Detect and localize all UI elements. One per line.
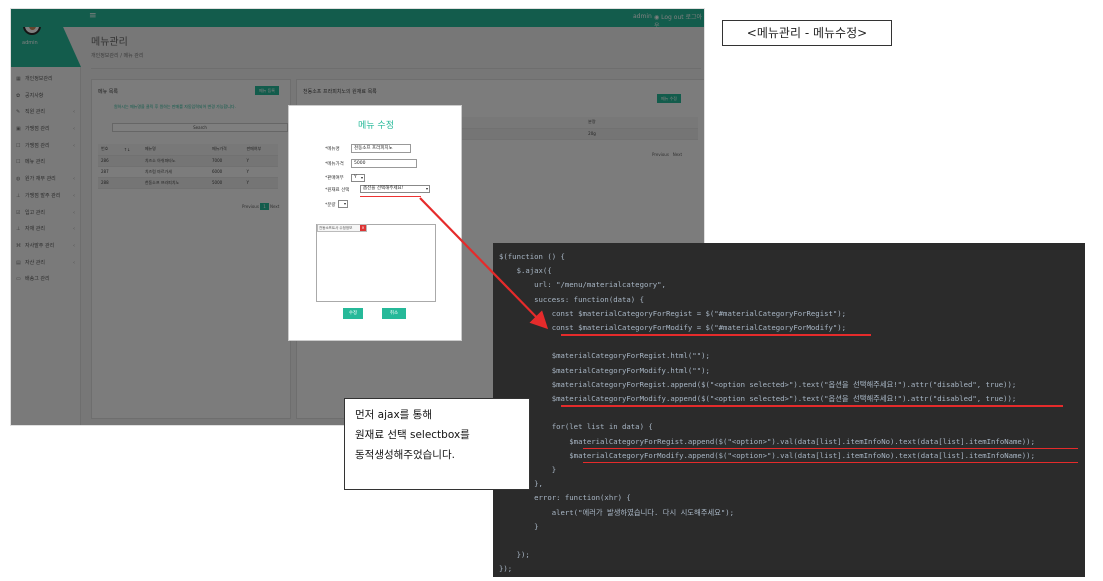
material-list-textarea[interactable] (316, 224, 436, 302)
chevron-down-icon: ▾ (425, 186, 428, 191)
highlight-underline (360, 196, 421, 197)
material-tag[interactable]: 천동소프트사 수정정보 × (317, 224, 367, 232)
material-tag-label: 천동소프트사 수정정보 (319, 226, 353, 230)
cancel-button[interactable]: 취소 (382, 308, 406, 319)
amount-row: *분량 (325, 202, 336, 208)
material-select[interactable]: 옵션을 선택해주세요! ▾ (360, 185, 430, 193)
code-panel: $(function () { $.ajax({ url: "/menu/mat… (493, 243, 1085, 577)
modify-button[interactable]: 수정 (343, 308, 363, 319)
chevron-down-icon: ▾ (360, 175, 363, 180)
highlight-underline (561, 334, 871, 336)
code-line: $materialCategoryForModify.append($("<op… (499, 394, 1017, 403)
code-line: $materialCategoryForModify.append($("<op… (499, 450, 1035, 460)
material-label: *원재료 선택 (325, 188, 350, 193)
code-line: }); (499, 550, 530, 560)
sale-status-value: Y (354, 175, 357, 180)
menu-price-row: *메뉴가격 (325, 161, 351, 167)
material-select-value: 옵션을 선택해주세요! (363, 186, 404, 191)
menu-modify-modal: 메뉴 수정 *메뉴명 천동소프 프라피치노 *메뉴가격 5000 *판매여부 Y… (288, 105, 462, 341)
code-line: const $materialCategoryForModify = $("#m… (499, 323, 847, 332)
code-line: success: function(data) { (499, 294, 644, 304)
code-line: error: function(xhr) { (499, 493, 631, 503)
modal-title: 메뉴 수정 (358, 121, 394, 131)
amount-label: *분량 (325, 203, 336, 208)
menu-price-label: *메뉴가격 (325, 162, 344, 167)
code-line: }); (499, 564, 513, 574)
menu-name-row: *메뉴명 (325, 146, 351, 152)
code-line: $materialCategoryForRegist.append($("<op… (499, 436, 1035, 446)
code-line: alert("에러가 발생하였습니다. 다시 시도해주세요"); (499, 507, 735, 517)
sale-status-label: *판매여부 (325, 176, 344, 181)
note-line: 동적생성해주었습니다. (355, 449, 455, 461)
chevron-down-icon: ▾ (343, 201, 346, 206)
note-line: 원재료 선택 selectbox를 (355, 429, 470, 441)
menu-name-label: *메뉴명 (325, 147, 340, 152)
code-line: url: "/menu/materialcategory", (499, 280, 666, 290)
code-line: $materialCategoryForModify.html(""); (499, 365, 710, 375)
amount-select[interactable]: ▾ (338, 200, 348, 208)
highlight-underline (561, 405, 1063, 407)
close-icon[interactable]: × (360, 225, 366, 231)
code-line: } (499, 521, 539, 531)
material-row: *원재료 선택 (325, 187, 359, 193)
annotation-title: <메뉴관리 - 메뉴수정> (722, 20, 892, 46)
sale-status-select[interactable]: Y ▾ (351, 174, 365, 182)
note-callout: 먼저 ajax를 통해 원재료 선택 selectbox를 동적생성해주었습니다… (344, 398, 530, 490)
highlight-underline (583, 461, 1078, 464)
menu-price-input[interactable]: 5000 (351, 159, 417, 168)
slide: admin ▦개인정보관리✿공지사항✎직원 관리‹▣가맹점 관리‹☐가맹점 관리… (0, 0, 1103, 581)
sale-status-row: *판매여부 (325, 175, 351, 181)
code-line: $materialCategoryForRegist.append($("<op… (499, 379, 1017, 389)
code-line: $materialCategoryForRegist.html(""); (499, 351, 710, 361)
code-line: $(function () { (499, 252, 565, 261)
code-line: const $materialCategoryForRegist = $("#m… (499, 308, 847, 318)
code-line: $.ajax({ (499, 266, 552, 276)
highlight-underline (583, 447, 1078, 450)
note-line: 먼저 ajax를 통해 (355, 409, 432, 421)
menu-name-input[interactable]: 천동소프 프라피치노 (351, 144, 411, 153)
